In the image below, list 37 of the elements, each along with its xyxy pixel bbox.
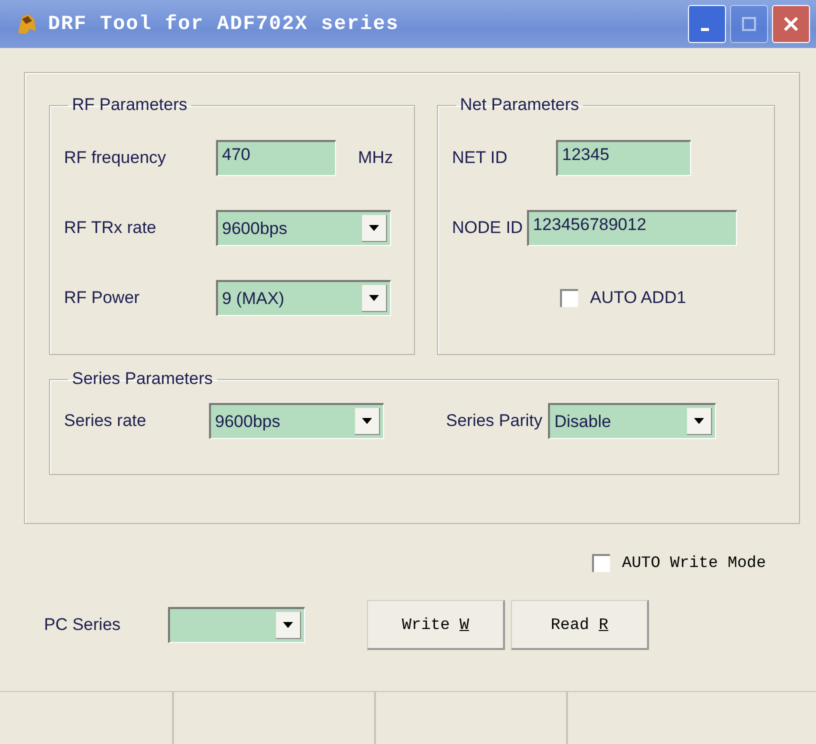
minimize-icon	[701, 28, 709, 30]
field-label: NET ID	[452, 148, 508, 168]
close-icon	[782, 15, 800, 33]
checkbox[interactable]	[592, 554, 610, 572]
caret-icon	[369, 295, 379, 301]
text-field[interactable]: 123456789012	[526, 210, 737, 246]
field-label: RF frequency	[64, 148, 168, 168]
dropdown[interactable]: 9 (MAX)	[216, 280, 391, 316]
group-title: Series Parameters	[71, 369, 214, 389]
field-label: Series Parity	[446, 411, 542, 431]
action-button[interactable]: Write W	[367, 600, 505, 650]
dropdown[interactable]	[168, 607, 305, 643]
action-button[interactable]: Read R	[511, 600, 649, 650]
checkbox-label: AUTO Write Mode	[622, 554, 766, 572]
field-label: PC Series	[44, 615, 122, 635]
field-label: NODE ID	[452, 218, 523, 238]
dropdown[interactable]: 9600bps	[209, 403, 384, 439]
text-field[interactable]: 12345	[556, 140, 691, 176]
minimize-button[interactable]	[688, 5, 726, 43]
text-field[interactable]: 470	[216, 140, 336, 176]
close-button[interactable]	[772, 5, 810, 43]
caret-icon	[369, 225, 379, 231]
window-title: DRF Tool for ADF702X series	[48, 12, 400, 36]
caret-icon	[694, 418, 704, 424]
caret-icon	[283, 622, 293, 628]
caret-icon	[362, 418, 372, 424]
maximize-icon	[741, 16, 757, 32]
group-title: Net Parameters	[459, 95, 580, 115]
field-label: RF TRx rate	[64, 218, 158, 238]
field-label: Series rate	[64, 411, 148, 431]
dropdown[interactable]: 9600bps	[216, 210, 391, 246]
unit-label: MHz	[358, 148, 393, 168]
checkbox-label: AUTO ADD1	[590, 288, 686, 308]
field-label: RF Power	[64, 288, 141, 308]
dropdown[interactable]: Disable	[548, 403, 716, 439]
group-title: RF Parameters	[71, 95, 188, 115]
checkbox[interactable]	[560, 289, 578, 307]
